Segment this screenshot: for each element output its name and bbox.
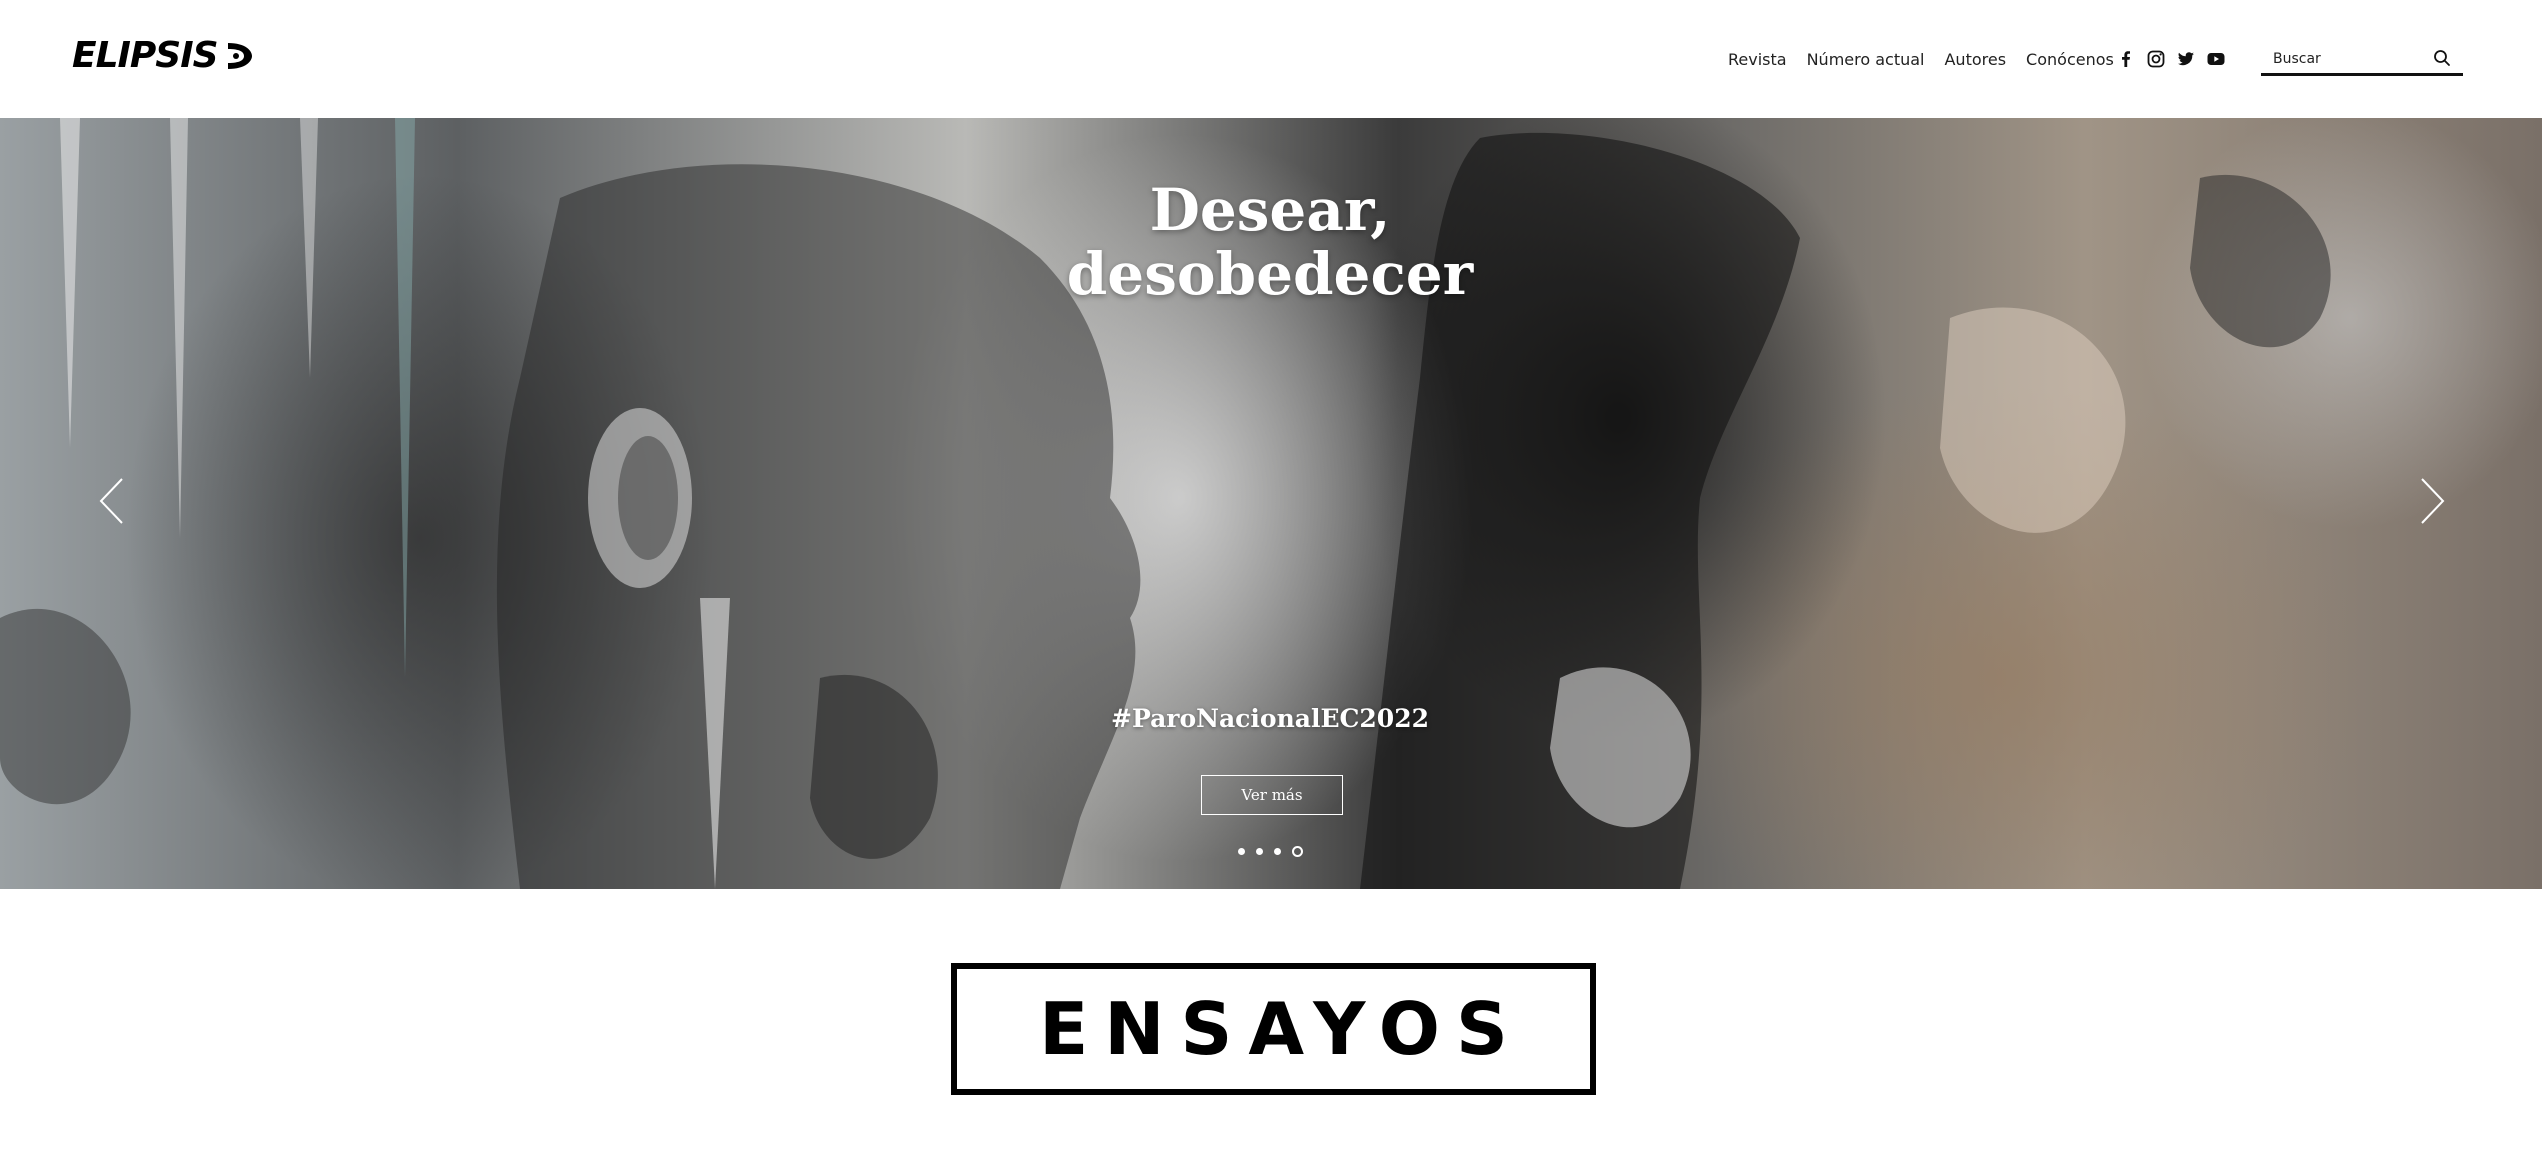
nav-item-conocenos[interactable]: Conócenos bbox=[2026, 50, 2114, 69]
nav-item-autores[interactable]: Autores bbox=[1944, 50, 2006, 69]
ensayos-heading-box: ENSAYOS bbox=[951, 963, 1596, 1095]
hero-hashtag: #ParoNacionalEC2022 bbox=[1111, 704, 1429, 733]
twitter-icon[interactable] bbox=[2176, 49, 2196, 69]
ensayos-heading: ENSAYOS bbox=[1039, 987, 1524, 1071]
search-box bbox=[2261, 42, 2463, 76]
facebook-icon[interactable] bbox=[2116, 49, 2136, 69]
logo-text: ELIPSIS bbox=[72, 35, 219, 76]
hero-title: Desear, desobedecer bbox=[1000, 178, 1540, 306]
prev-slide-icon[interactable] bbox=[96, 476, 126, 526]
search-icon[interactable] bbox=[2433, 49, 2451, 67]
slide-dot-3[interactable] bbox=[1274, 848, 1281, 855]
slide-dot-2[interactable] bbox=[1256, 848, 1263, 855]
nav-item-numero-actual[interactable]: Número actual bbox=[1807, 50, 1925, 69]
slider-pagination bbox=[1238, 846, 1303, 857]
hero-title-text: Desear, desobedecer bbox=[1066, 176, 1474, 308]
instagram-icon[interactable] bbox=[2146, 49, 2166, 69]
next-slide-icon[interactable] bbox=[2418, 476, 2448, 526]
social-links bbox=[2116, 48, 2226, 70]
site-logo[interactable]: ELIPSIS bbox=[72, 36, 254, 76]
logo-mark-icon bbox=[227, 43, 252, 69]
slide-dot-4[interactable] bbox=[1292, 846, 1303, 857]
search-input[interactable] bbox=[2273, 48, 2423, 70]
main-nav: Revista Número actual Autores Conócenos bbox=[1728, 44, 2114, 74]
hero-slider: Desear, desobedecer #ParoNacionalEC2022 … bbox=[0, 118, 2542, 889]
youtube-icon[interactable] bbox=[2206, 49, 2226, 69]
ver-mas-button[interactable]: Ver más bbox=[1201, 775, 1343, 815]
slide-dot-1[interactable] bbox=[1238, 848, 1245, 855]
nav-item-revista[interactable]: Revista bbox=[1728, 50, 1787, 69]
site-header: ELIPSIS Revista Número actual Autores Co… bbox=[0, 0, 2542, 118]
